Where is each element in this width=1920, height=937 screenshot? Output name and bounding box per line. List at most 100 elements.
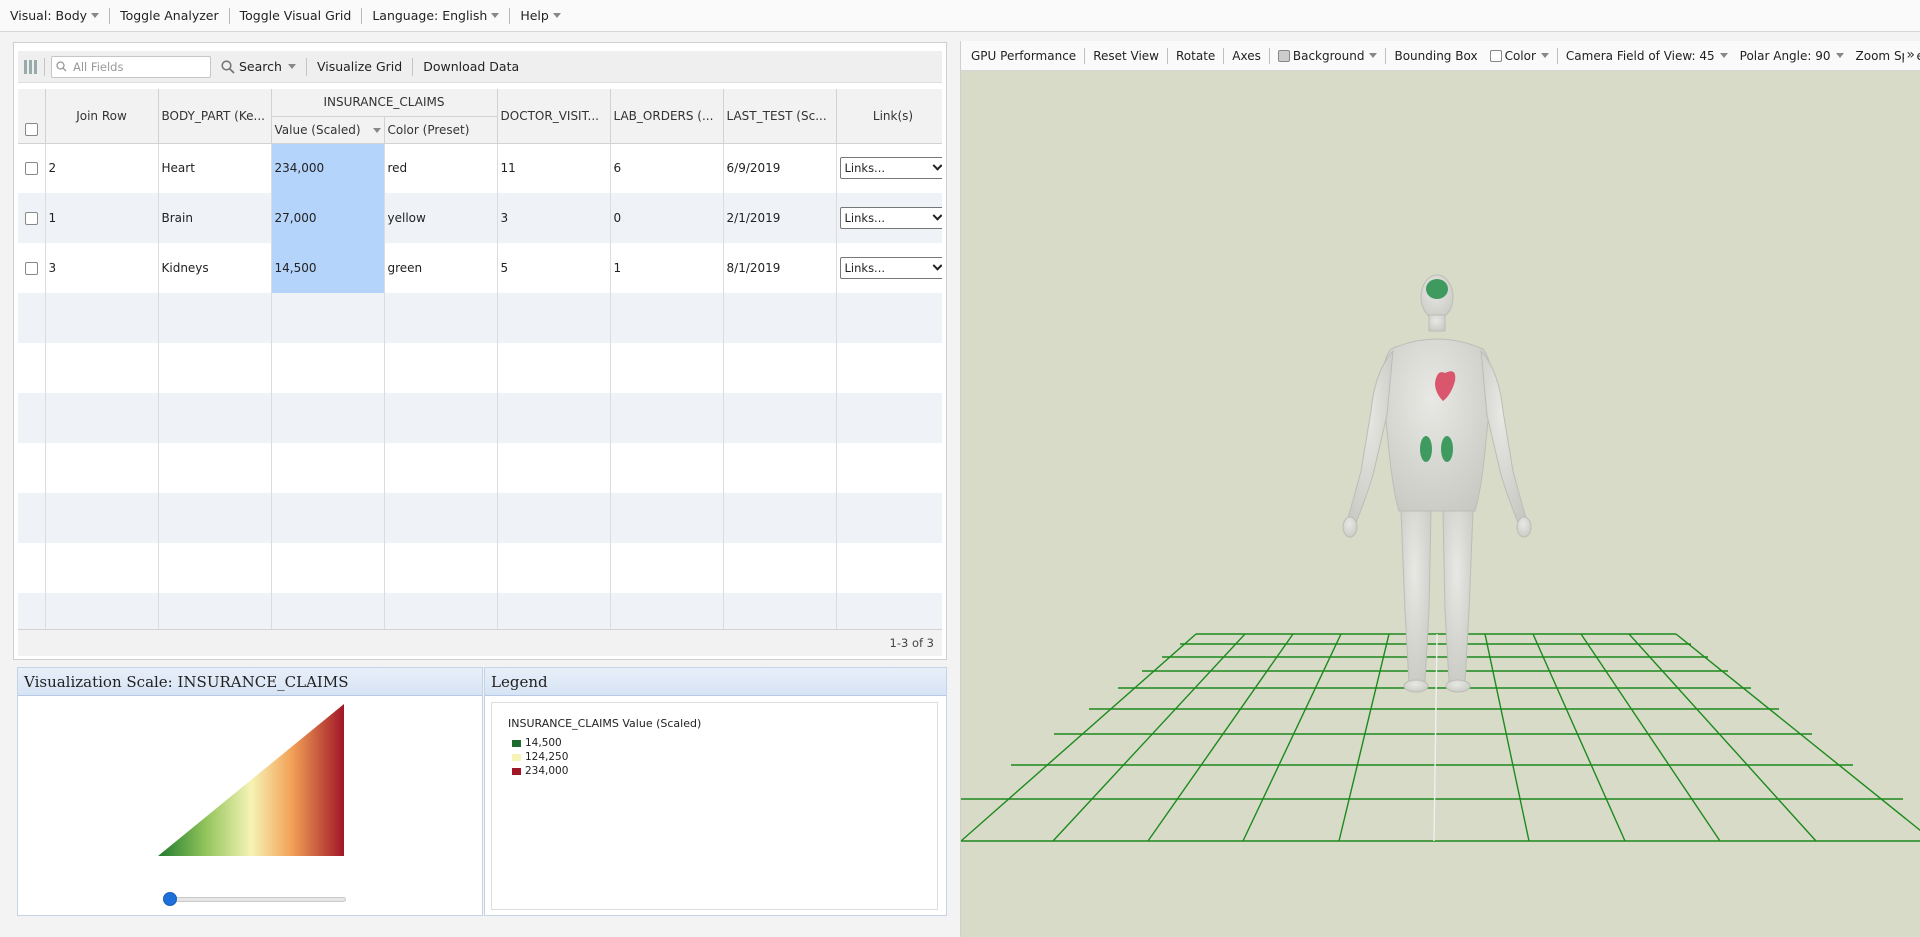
visualize-grid-button[interactable]: Visualize Grid: [313, 59, 406, 74]
3d-viewer[interactable]: GPU Performance Reset View Rotate Axes B…: [960, 41, 1920, 937]
select-all-cell: [18, 116, 46, 144]
divider: [509, 7, 511, 24]
legend-swatch: [512, 753, 521, 761]
legend-item-label: 14,500: [525, 737, 562, 749]
row-checkbox[interactable]: [24, 212, 38, 225]
legend-panel-title: Legend: [485, 668, 946, 696]
cell-doctor-visits: 11: [497, 143, 611, 193]
legend-item-label: 124,250: [525, 751, 569, 763]
rotate-button[interactable]: Rotate: [1170, 49, 1221, 63]
empty-row: [18, 393, 942, 443]
brain-organ[interactable]: [1426, 279, 1448, 299]
cell-lab-orders: 0: [610, 193, 724, 243]
download-data-button[interactable]: Download Data: [419, 59, 523, 74]
row-select-cell: [18, 193, 46, 243]
cell-body-part: Kidneys: [158, 243, 272, 293]
floor-grid: [961, 633, 1920, 842]
overflow-chevron-icon[interactable]: »: [1904, 47, 1917, 63]
empty-row: [18, 493, 942, 543]
row-checkbox[interactable]: [24, 162, 38, 176]
row-checkbox[interactable]: [24, 262, 38, 275]
links-dropdown[interactable]: Links...: [839, 257, 942, 279]
links-dropdown-label: Links...: [844, 211, 886, 225]
menu-toggle-analyzer[interactable]: Toggle Analyzer: [114, 8, 225, 23]
legend-item: 14,500: [512, 737, 562, 749]
divider: [1268, 47, 1270, 64]
search-input[interactable]: [71, 58, 207, 75]
col-header-lab-orders[interactable]: LAB_ORDERS (...: [610, 89, 724, 144]
chevron-down-icon: [1369, 53, 1378, 58]
col-header-last-test[interactable]: LAST_TEST (Sc...: [723, 89, 837, 144]
columns-icon[interactable]: [24, 59, 38, 74]
menu-toggle-visual-grid[interactable]: Toggle Visual Grid: [234, 8, 358, 23]
select-all-checkbox[interactable]: [24, 123, 38, 137]
legend-swatch: [512, 739, 521, 747]
legend-item: 234,000: [512, 765, 568, 777]
search-button[interactable]: Search: [217, 59, 300, 74]
axes-button[interactable]: Axes: [1226, 49, 1267, 63]
empty-row: [18, 593, 942, 629]
color-dropdown[interactable]: Color: [1484, 49, 1555, 63]
menu-language[interactable]: Language: English: [366, 8, 505, 23]
col-header-join-row[interactable]: Join Row: [45, 89, 159, 144]
divider: [361, 7, 363, 24]
scale-panel-title: Visualization Scale: INSURANCE_CLAIMS: [18, 668, 482, 696]
links-dropdown[interactable]: Links...: [839, 207, 942, 229]
menu-toggle-analyzer-label: Toggle Analyzer: [120, 8, 219, 23]
table-row[interactable]: 1 Brain 27,000 yellow 3 0 2/1/2019 Links…: [18, 193, 942, 243]
3d-scene[interactable]: [961, 71, 1920, 937]
menu-language-label: Language: English: [372, 8, 488, 23]
value-scaled-label: Value (Scaled): [274, 122, 361, 137]
color-checkbox[interactable]: [1489, 49, 1502, 62]
cell-color-preset: yellow: [384, 193, 498, 243]
col-header-color-preset[interactable]: Color (Preset): [384, 116, 498, 144]
row-select-cell: [18, 143, 46, 193]
empty-row: [18, 443, 942, 493]
pager-text: 1-3 of 3: [889, 636, 935, 650]
right-kidney-organ[interactable]: [1441, 436, 1453, 462]
magnifier-icon: [221, 59, 235, 74]
col-header-body-part[interactable]: BODY_PART (Ke...: [158, 89, 272, 144]
empty-row: [18, 293, 942, 343]
data-grid-panel: Search Visualize Grid Download Data Join…: [13, 42, 947, 660]
divider: [412, 57, 414, 76]
cell-links: Links...: [836, 143, 942, 193]
col-header-links[interactable]: Link(s): [836, 89, 942, 144]
links-dropdown[interactable]: Links...: [839, 157, 942, 180]
divider: [228, 7, 230, 24]
left-kidney-organ[interactable]: [1420, 436, 1432, 462]
cell-body-part: Heart: [158, 143, 272, 193]
color-label: Color: [1504, 48, 1536, 63]
sort-desc-icon: [372, 127, 381, 133]
cell-lab-orders: 1: [610, 243, 724, 293]
chevron-down-icon: [1540, 53, 1549, 58]
gpu-performance-button[interactable]: GPU Performance: [965, 49, 1082, 63]
bounding-box-label: Bounding Box: [1394, 48, 1478, 63]
menu-visual[interactable]: Visual: Body: [4, 8, 105, 23]
col-header-doctor-visits[interactable]: DOCTOR_VISIT...: [497, 89, 611, 144]
grid-toolbar: Search Visualize Grid Download Data: [18, 51, 942, 83]
cell-doctor-visits: 5: [497, 243, 611, 293]
divider: [1385, 47, 1387, 64]
scale-slider-track[interactable]: [163, 897, 346, 902]
col-header-value-scaled[interactable]: Value (Scaled): [271, 116, 385, 144]
table-row[interactable]: 2 Heart 234,000 red 11 6 6/9/2019 Links.…: [18, 143, 942, 193]
table-row[interactable]: 3 Kidneys 14,500 green 5 1 8/1/2019 Link…: [18, 243, 942, 293]
background-dropdown[interactable]: Background: [1272, 49, 1384, 63]
human-body-model: [1342, 274, 1532, 693]
scale-slider-handle[interactable]: [163, 892, 177, 906]
divider: [109, 7, 111, 24]
divider: [1167, 47, 1168, 64]
menu-help[interactable]: Help: [514, 8, 567, 23]
empty-row: [18, 543, 942, 593]
camera-fov-dropdown[interactable]: Camera Field of View: 45: [1560, 49, 1734, 63]
cell-value-scaled: 27,000: [271, 193, 385, 243]
data-table-container: Join Row BODY_PART (Ke... INSURANCE_CLAI…: [18, 89, 942, 629]
bounding-box-button[interactable]: Bounding Box: [1388, 49, 1483, 63]
polar-angle-dropdown[interactable]: Polar Angle: 90: [1734, 49, 1850, 63]
divider: [1223, 47, 1225, 64]
cell-value-scaled: 234,000: [271, 143, 385, 193]
reset-view-button[interactable]: Reset View: [1087, 49, 1165, 63]
menu-help-label: Help: [520, 8, 549, 23]
empty-row: [18, 343, 942, 393]
